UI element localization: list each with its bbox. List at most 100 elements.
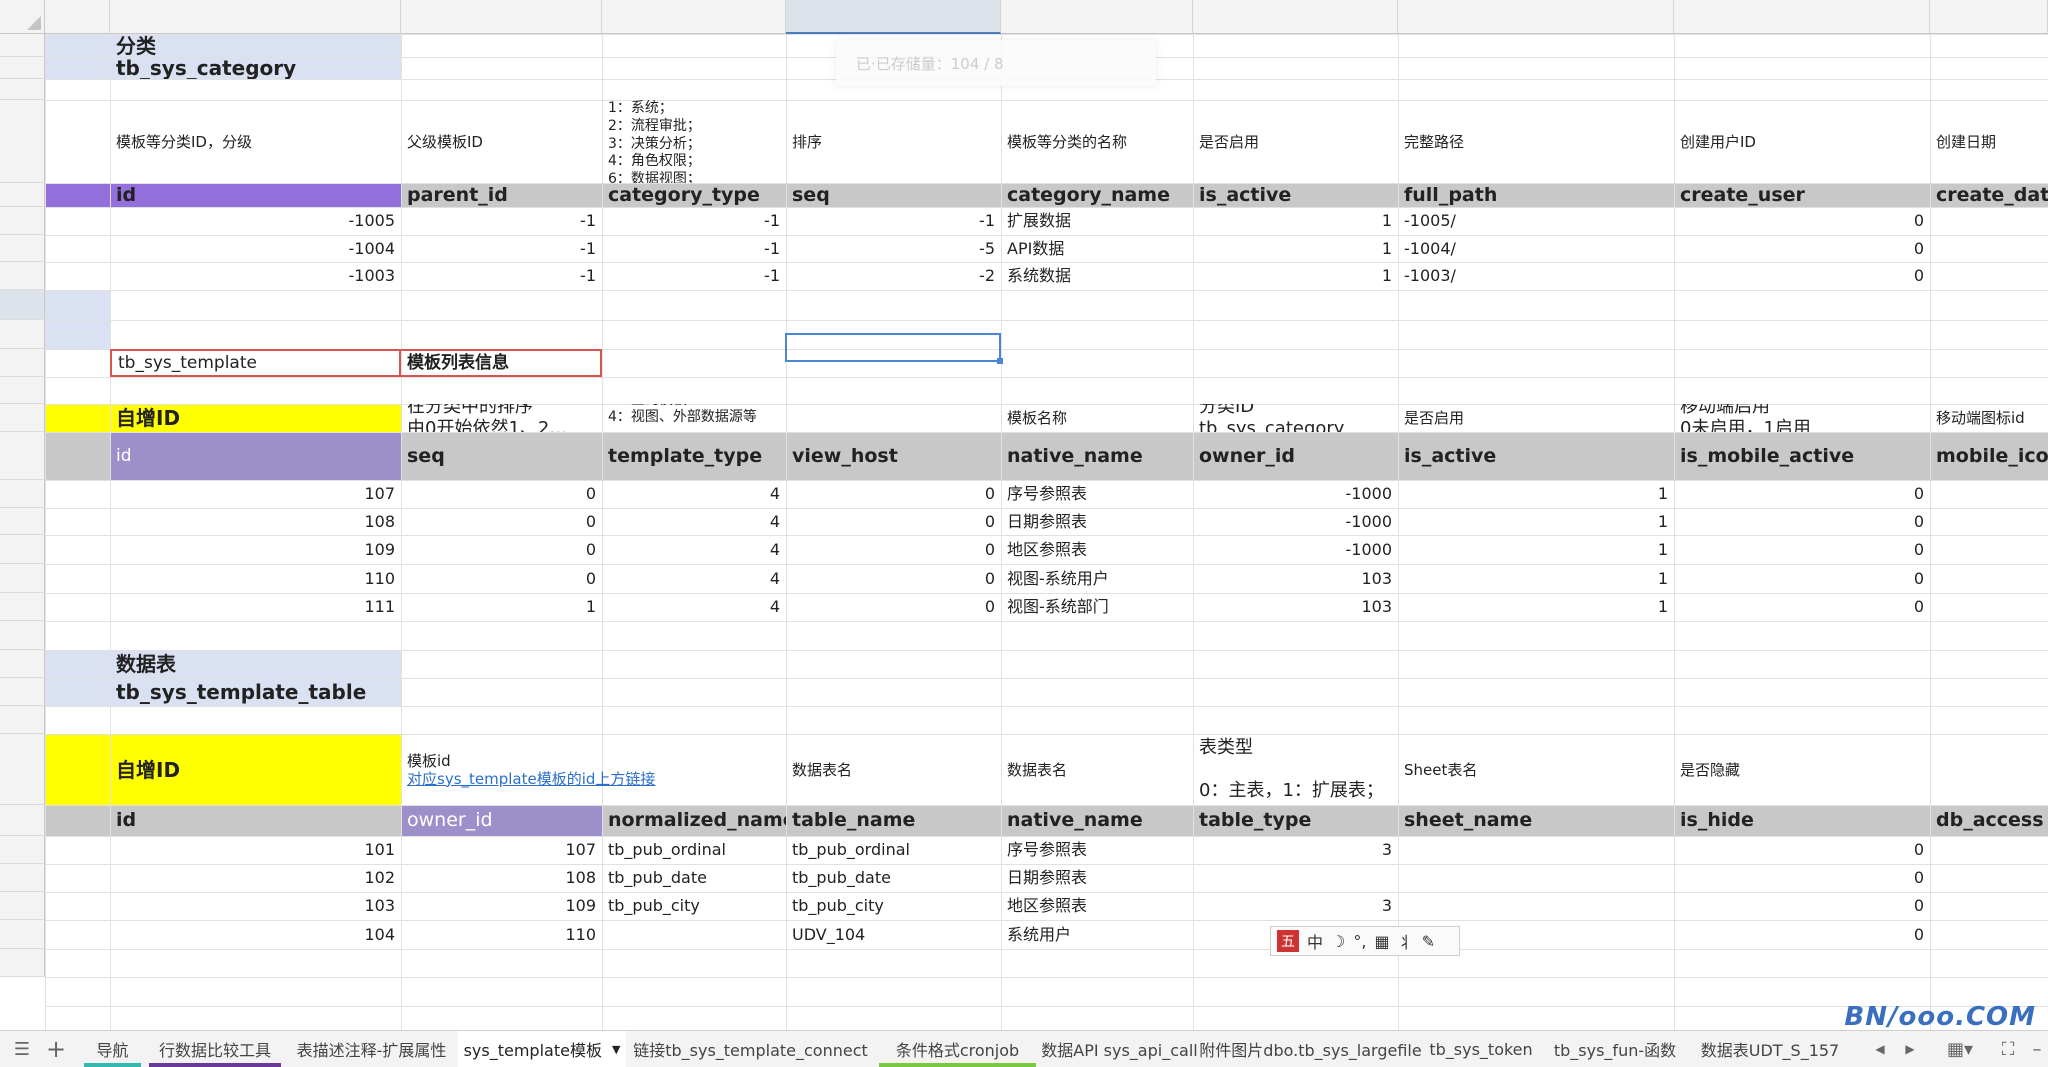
column-header-c[interactable] [401, 0, 602, 34]
field-name[interactable]: seq [401, 432, 602, 480]
field-name[interactable]: sheet_name [1398, 805, 1674, 836]
data-cell[interactable] [1930, 593, 2048, 621]
field-name[interactable]: is_hide [1674, 805, 1930, 836]
data-cell[interactable]: 3 [1193, 836, 1398, 864]
field-name[interactable]: id [110, 432, 401, 480]
data-cell[interactable]: -1003 [110, 262, 401, 290]
data-cell[interactable]: 1 [1193, 262, 1398, 290]
data-cell[interactable]: 102 [110, 864, 401, 892]
zoom-out-icon[interactable]: – [2028, 1031, 2046, 1067]
row-header-22[interactable] [0, 678, 45, 706]
table-name-cell[interactable]: tb_sys_template [110, 349, 401, 377]
sheet-tab[interactable]: 数据表UDT_S_157 [1690, 1031, 1850, 1067]
field-name[interactable]: create_user [1674, 183, 1930, 207]
data-cell[interactable] [1930, 207, 2048, 235]
field-name[interactable]: is_active [1398, 432, 1674, 480]
row-header-27[interactable] [0, 864, 45, 892]
sheet-tab[interactable]: 附件图片dbo.tb_sys_largefile [1199, 1031, 1422, 1067]
column-header-h[interactable] [1398, 0, 1674, 34]
section-title-cn[interactable]: 分类 [110, 34, 401, 57]
data-cell[interactable]: -1 [401, 262, 602, 290]
field-description[interactable]: 是否隐藏 [1674, 734, 1930, 805]
data-cell[interactable]: 0 [401, 564, 602, 593]
data-cell[interactable]: 0 [401, 508, 602, 535]
ime-item-icon[interactable]: 丬 [1398, 929, 1414, 953]
sheet-tab[interactable]: tb_sys_fun-函数 [1540, 1031, 1690, 1067]
data-cell[interactable]: 0 [1674, 836, 1930, 864]
data-cell[interactable]: -1 [401, 207, 602, 235]
data-cell[interactable]: 视图-系统部门 [1001, 593, 1193, 621]
data-cell[interactable]: 0 [786, 535, 1001, 564]
data-cell[interactable]: 0 [1674, 892, 1930, 920]
data-cell[interactable]: 0 [1674, 564, 1930, 593]
section-title-en[interactable]: tb_sys_category [110, 57, 401, 79]
field-name[interactable]: mobile_icon_ [1930, 432, 2048, 480]
ime-toolbar[interactable]: 五中 ☽ °, ▦ 丬 ✎ [1270, 926, 1460, 956]
data-cell[interactable]: 1 [1193, 207, 1398, 235]
select-all-corner[interactable] [0, 0, 45, 34]
data-cell[interactable]: 0 [786, 480, 1001, 508]
data-cell[interactable]: 0 [1674, 535, 1930, 564]
data-cell[interactable]: 0 [401, 480, 602, 508]
row-header-2[interactable] [0, 57, 45, 79]
data-cell[interactable]: 0 [786, 508, 1001, 535]
scroll-right-icon[interactable]: ▶ [1898, 1031, 1922, 1067]
field-description[interactable]: 完整路径 [1398, 100, 1674, 183]
ime-mode-icon[interactable]: 五 [1277, 930, 1299, 952]
data-cell[interactable]: 110 [401, 920, 602, 949]
field-description[interactable]: 分类ID tb_sys_category [1193, 404, 1398, 432]
row-header-21[interactable] [0, 650, 45, 678]
row-header-7[interactable] [0, 235, 45, 262]
row-header-14[interactable] [0, 432, 45, 480]
data-cell[interactable]: -1 [602, 207, 786, 235]
data-cell[interactable]: tb_pub_ordinal [786, 836, 1001, 864]
data-cell[interactable]: 0 [1674, 480, 1930, 508]
row-header-11[interactable] [0, 349, 45, 377]
data-cell[interactable]: 1 [1193, 235, 1398, 262]
data-cell[interactable]: 0 [1674, 207, 1930, 235]
field-name[interactable]: owner_id [401, 805, 602, 836]
column-header-g[interactable] [1193, 0, 1398, 34]
data-cell[interactable]: -1 [602, 262, 786, 290]
data-cell[interactable]: 4 [602, 564, 786, 593]
data-cell[interactable] [1398, 892, 1674, 920]
row-header-30[interactable] [0, 949, 45, 977]
data-cell[interactable]: 103 [1193, 564, 1398, 593]
field-description[interactable]: 是否启用 [1398, 404, 1674, 432]
data-cell[interactable] [1930, 892, 2048, 920]
data-cell[interactable]: 1 [1398, 535, 1674, 564]
field-description[interactable]: Sheet表名 [1398, 734, 1674, 805]
data-cell[interactable]: 0 [1674, 262, 1930, 290]
field-description[interactable] [786, 404, 1001, 432]
ime-item-icon[interactable]: ☽ [1331, 932, 1345, 951]
table-desc-cell[interactable]: 模板列表信息 [401, 349, 602, 377]
field-description[interactable]: 排序 [786, 100, 1001, 183]
data-cell[interactable]: 系统用户 [1001, 920, 1193, 949]
data-cell[interactable] [1930, 508, 2048, 535]
scroll-left-icon[interactable]: ◀ [1868, 1031, 1892, 1067]
data-cell[interactable] [1398, 836, 1674, 864]
field-description[interactable]: 移动端启用 0未启用，1启用 [1674, 404, 1930, 432]
field-description[interactable]: 创建日期 [1930, 100, 2048, 183]
data-cell[interactable] [1930, 235, 2048, 262]
data-cell[interactable]: 0 [786, 593, 1001, 621]
data-cell[interactable]: 108 [110, 508, 401, 535]
column-header-i[interactable] [1674, 0, 1930, 34]
field-name[interactable]: owner_id [1193, 432, 1398, 480]
field-description[interactable]: 0:模板模板1：查询模板4：视图、外部数据源等 [602, 404, 786, 432]
data-cell[interactable]: -1004/ [1398, 235, 1674, 262]
sheet-tab[interactable]: 数据API sys_api_call [1040, 1031, 1199, 1067]
data-cell[interactable]: -1005 [110, 207, 401, 235]
field-description[interactable]: 自增ID [110, 734, 401, 805]
data-cell[interactable]: 108 [401, 864, 602, 892]
row-header-20[interactable] [0, 621, 45, 650]
description-link[interactable]: 对应sys_template模板的id上方链接 [407, 770, 655, 788]
field-name[interactable]: category_type [602, 183, 786, 207]
data-cell[interactable]: -1000 [1193, 508, 1398, 535]
row-header-16[interactable] [0, 508, 45, 535]
data-cell[interactable]: 4 [602, 593, 786, 621]
data-cell[interactable] [1930, 262, 2048, 290]
row-header-13[interactable] [0, 404, 45, 432]
field-description[interactable]: 移动端图标id [1930, 404, 2048, 432]
sheet-tab[interactable]: tb_sys_token [1422, 1031, 1540, 1067]
